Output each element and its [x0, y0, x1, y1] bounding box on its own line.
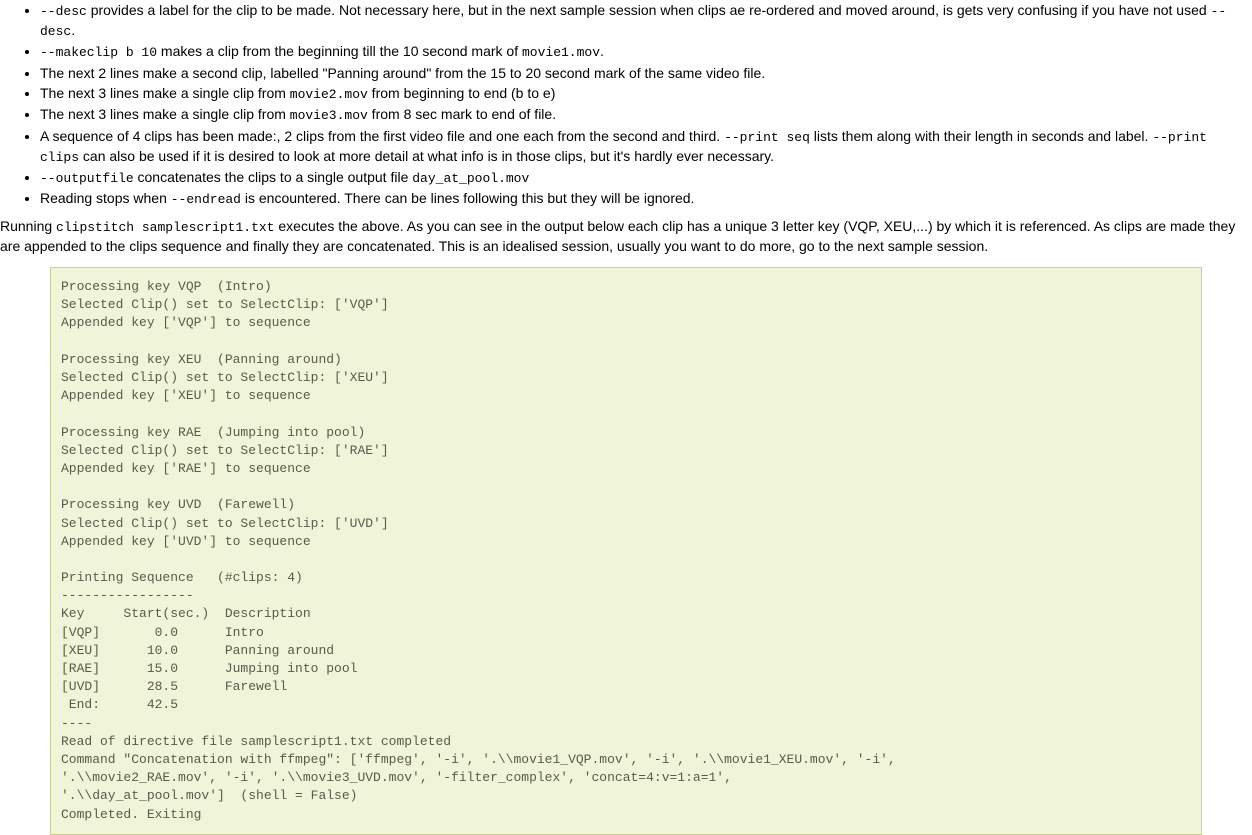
text-span: Running [0, 218, 56, 234]
text-span: from 8 sec mark to end of file. [368, 106, 556, 122]
inline-code: movie3.mov [290, 108, 368, 123]
text-span: provides a label for the clip to be made… [87, 2, 1211, 18]
inline-code: movie1.mov [522, 45, 600, 60]
text-span: from beginning to end (b to e) [368, 85, 556, 101]
text-span: can also be used if it is desired to loo… [79, 148, 774, 164]
text-span: . [600, 43, 604, 59]
text-span: Reading stops when [40, 190, 171, 206]
text-span: makes a clip from the beginning till the… [157, 43, 522, 59]
bullet-item: The next 3 lines make a single clip from… [40, 105, 1252, 125]
text-span: . [71, 22, 75, 38]
inline-code: --endread [171, 192, 241, 207]
text-span: The next 3 lines make a single clip from [40, 106, 290, 122]
bullet-item: The next 3 lines make a single clip from… [40, 84, 1252, 104]
inline-code: --print seq [724, 130, 810, 145]
inline-code: day_at_pool.mov [412, 171, 529, 186]
inline-code: --desc [40, 4, 87, 19]
text-span: is encountered. There can be lines follo… [241, 190, 694, 206]
text-span: lists them along with their length in se… [810, 128, 1152, 144]
output-block: Processing key VQP (Intro) Selected Clip… [50, 267, 1202, 835]
bullet-item: --outputfile concatenates the clips to a… [40, 168, 1252, 188]
bullet-item: --makeclip b 10 makes a clip from the be… [40, 42, 1252, 62]
text-span: A sequence of 4 clips has been made:, 2 … [40, 128, 724, 144]
inline-code: --makeclip b 10 [40, 45, 157, 60]
bullet-item: A sequence of 4 clips has been made:, 2 … [40, 127, 1252, 167]
bullet-list: --desc provides a label for the clip to … [0, 1, 1252, 209]
bullet-item: Reading stops when --endread is encounte… [40, 189, 1252, 209]
inline-code: clipstitch samplescript1.txt [56, 220, 274, 235]
inline-code: --outputfile [40, 171, 134, 186]
text-span: The next 2 lines make a second clip, lab… [40, 65, 765, 81]
text-span: The next 3 lines make a single clip from [40, 85, 290, 101]
running-paragraph: Running clipstitch samplescript1.txt exe… [0, 217, 1252, 257]
bullet-item: --desc provides a label for the clip to … [40, 1, 1252, 41]
text-span: concatenates the clips to a single outpu… [134, 169, 413, 185]
bullet-item: The next 2 lines make a second clip, lab… [40, 64, 1252, 84]
inline-code: movie2.mov [290, 87, 368, 102]
